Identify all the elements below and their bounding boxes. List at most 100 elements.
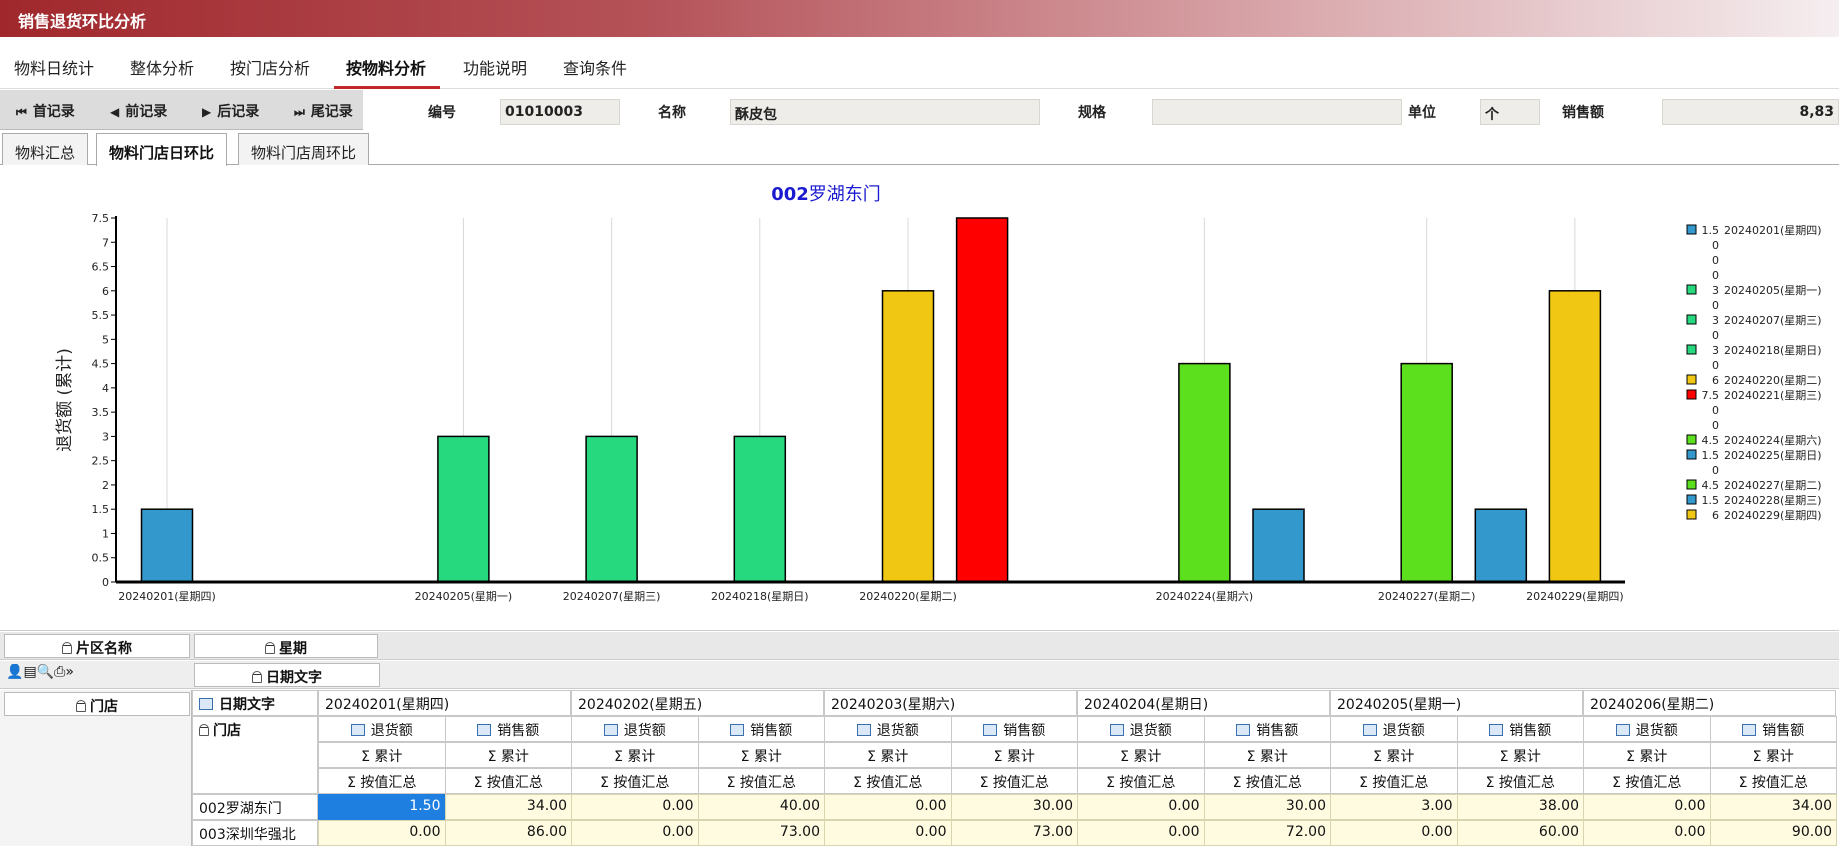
menu-overall-analysis[interactable]: 整体分析 (130, 55, 194, 79)
prev-record-button[interactable]: ◀ 前记录 (110, 101, 167, 121)
table-cell[interactable]: 73.00 (697, 820, 825, 846)
legend-value: 3 (1712, 284, 1719, 297)
date-column-header[interactable]: 20240206(星期二) (1583, 690, 1836, 716)
user-icon[interactable]: 👤 (6, 664, 23, 680)
table-cell[interactable]: 0.00 (1330, 820, 1458, 846)
table-cell[interactable]: 1.50 (318, 794, 446, 820)
table-icon[interactable]: ▤ (23, 664, 36, 680)
export-icon[interactable]: ⎙ (54, 664, 65, 680)
table-cell[interactable]: 30.00 (950, 794, 1078, 820)
filter-area-name[interactable]: 片区名称 (4, 634, 190, 658)
store-row-header[interactable]: 002罗湖东门 (192, 794, 318, 820)
name-field[interactable]: 酥皮包 (730, 99, 1040, 125)
table-cell[interactable]: 73.00 (950, 820, 1078, 846)
date-column-header[interactable]: 20240205(星期一) (1330, 690, 1583, 716)
table-cell[interactable]: 0.00 (318, 820, 446, 846)
aggregate-type-header: Σ 按值汇总 (1330, 768, 1458, 794)
tab-store-weekly-compare[interactable]: 物料门店周环比 (238, 133, 370, 165)
measure-label: 退货额 (370, 723, 413, 739)
last-record-button[interactable]: ⏭ 尾记录 (294, 101, 353, 121)
row-field-store[interactable]: 门店 (4, 692, 190, 716)
date-text-header[interactable]: 日期文字 (192, 690, 318, 716)
date-column-header[interactable]: 20240201(星期四) (318, 690, 571, 716)
measure-header[interactable]: 退货额 (1583, 716, 1711, 742)
measure-header[interactable]: 退货额 (318, 716, 446, 742)
measure-header[interactable]: 退货额 (1330, 716, 1458, 742)
sales-field[interactable]: 8,83 (1662, 99, 1839, 125)
measure-header[interactable]: 销售额 (697, 716, 825, 742)
table-cell[interactable]: 3.00 (1330, 794, 1458, 820)
code-field[interactable]: 01010003 (500, 99, 620, 125)
measure-header[interactable]: 退货额 (1077, 716, 1205, 742)
table-cell[interactable]: 0.00 (1583, 794, 1711, 820)
table-cell[interactable]: 86.00 (444, 820, 572, 846)
aggregate-header: Σ 累计 (1077, 742, 1205, 768)
x-tick-label: 20240227(星期二) (1378, 590, 1476, 603)
spec-field[interactable] (1152, 99, 1402, 125)
table-cell[interactable]: 90.00 (1709, 820, 1837, 846)
measure-header[interactable]: 销售额 (950, 716, 1078, 742)
store-header[interactable]: 门店 (192, 716, 318, 794)
measure-header[interactable]: 退货额 (571, 716, 699, 742)
code-label: 编号 (428, 105, 456, 121)
sub-tabs: 物料汇总 物料门店日环比 物料门店周环比 (0, 130, 1839, 166)
measure-header[interactable]: 销售额 (1456, 716, 1584, 742)
table-cell[interactable]: 34.00 (444, 794, 572, 820)
table-cell[interactable]: 0.00 (1077, 794, 1205, 820)
date-column-header[interactable]: 20240202(星期五) (571, 690, 824, 716)
measure-icon (1362, 724, 1377, 736)
aggregate-header: Σ 累计 (1583, 742, 1711, 768)
table-cell[interactable]: 72.00 (1203, 820, 1331, 846)
table-cell[interactable]: 0.00 (1077, 820, 1205, 846)
more-icon[interactable]: » (65, 664, 74, 680)
next-record-button[interactable]: ▶ 后记录 (202, 101, 259, 121)
measure-header[interactable]: 销售额 (1203, 716, 1331, 742)
table-cell[interactable]: 0.00 (824, 820, 952, 846)
column-field-label: 日期文字 (266, 670, 322, 686)
legend-value: 3 (1712, 344, 1719, 357)
y-axis-label: 退货额 (累计) (55, 348, 75, 452)
measure-header[interactable]: 销售额 (1709, 716, 1837, 742)
spec-label: 规格 (1078, 105, 1106, 121)
window-title: 销售退货环比分析 (0, 0, 1839, 37)
measure-header[interactable]: 退货额 (824, 716, 952, 742)
next-record-label: 后记录 (217, 104, 260, 120)
x-tick-label: 20240229(星期四) (1526, 590, 1624, 603)
column-field-date-text[interactable]: 日期文字 (194, 663, 380, 687)
table-cell[interactable]: 40.00 (697, 794, 825, 820)
measure-icon (1236, 724, 1251, 736)
legend-value: 4.5 (1702, 479, 1720, 492)
date-column-header[interactable]: 20240203(星期六) (824, 690, 1077, 716)
table-cell[interactable]: 0.00 (571, 794, 699, 820)
filter-week[interactable]: 星期 (194, 634, 378, 658)
measure-icon (1742, 724, 1757, 736)
aggregate-header: Σ 累计 (1330, 742, 1458, 768)
first-record-button[interactable]: ⏮ 首记录 (16, 101, 75, 121)
search-icon[interactable]: 🔍 (37, 664, 54, 680)
table-cell[interactable]: 34.00 (1709, 794, 1837, 820)
measure-label: 销售额 (497, 723, 540, 739)
tab-store-daily-compare[interactable]: 物料门店日环比 (96, 133, 228, 166)
unit-field[interactable]: 个 (1480, 99, 1540, 125)
table-cell[interactable]: 30.00 (1203, 794, 1331, 820)
measure-icon (603, 724, 618, 736)
table-cell[interactable]: 0.00 (571, 820, 699, 846)
store-row-header[interactable]: 003深圳华强北 (192, 820, 318, 846)
legend-label: 20240218(星期日) (1724, 344, 1822, 357)
menu-query-conditions[interactable]: 查询条件 (563, 55, 627, 79)
date-column-header[interactable]: 20240204(星期日) (1077, 690, 1330, 716)
menu-help[interactable]: 功能说明 (463, 55, 527, 79)
tab-material-summary[interactable]: 物料汇总 (2, 133, 89, 165)
menu-daily-stats[interactable]: 物料日统计 (14, 55, 94, 79)
aggregate-header: Σ 累计 (1709, 742, 1837, 768)
table-cell[interactable]: 38.00 (1456, 794, 1584, 820)
menu-material-analysis[interactable]: 按物料分析 (346, 55, 426, 79)
measure-header[interactable]: 销售额 (444, 716, 572, 742)
aggregate-type-header: Σ 按值汇总 (824, 768, 952, 794)
menu-store-analysis[interactable]: 按门店分析 (230, 55, 310, 79)
table-cell[interactable]: 0.00 (824, 794, 952, 820)
measure-icon (1615, 724, 1630, 736)
legend-swatch (1686, 494, 1697, 505)
table-cell[interactable]: 0.00 (1583, 820, 1711, 846)
table-cell[interactable]: 60.00 (1456, 820, 1584, 846)
